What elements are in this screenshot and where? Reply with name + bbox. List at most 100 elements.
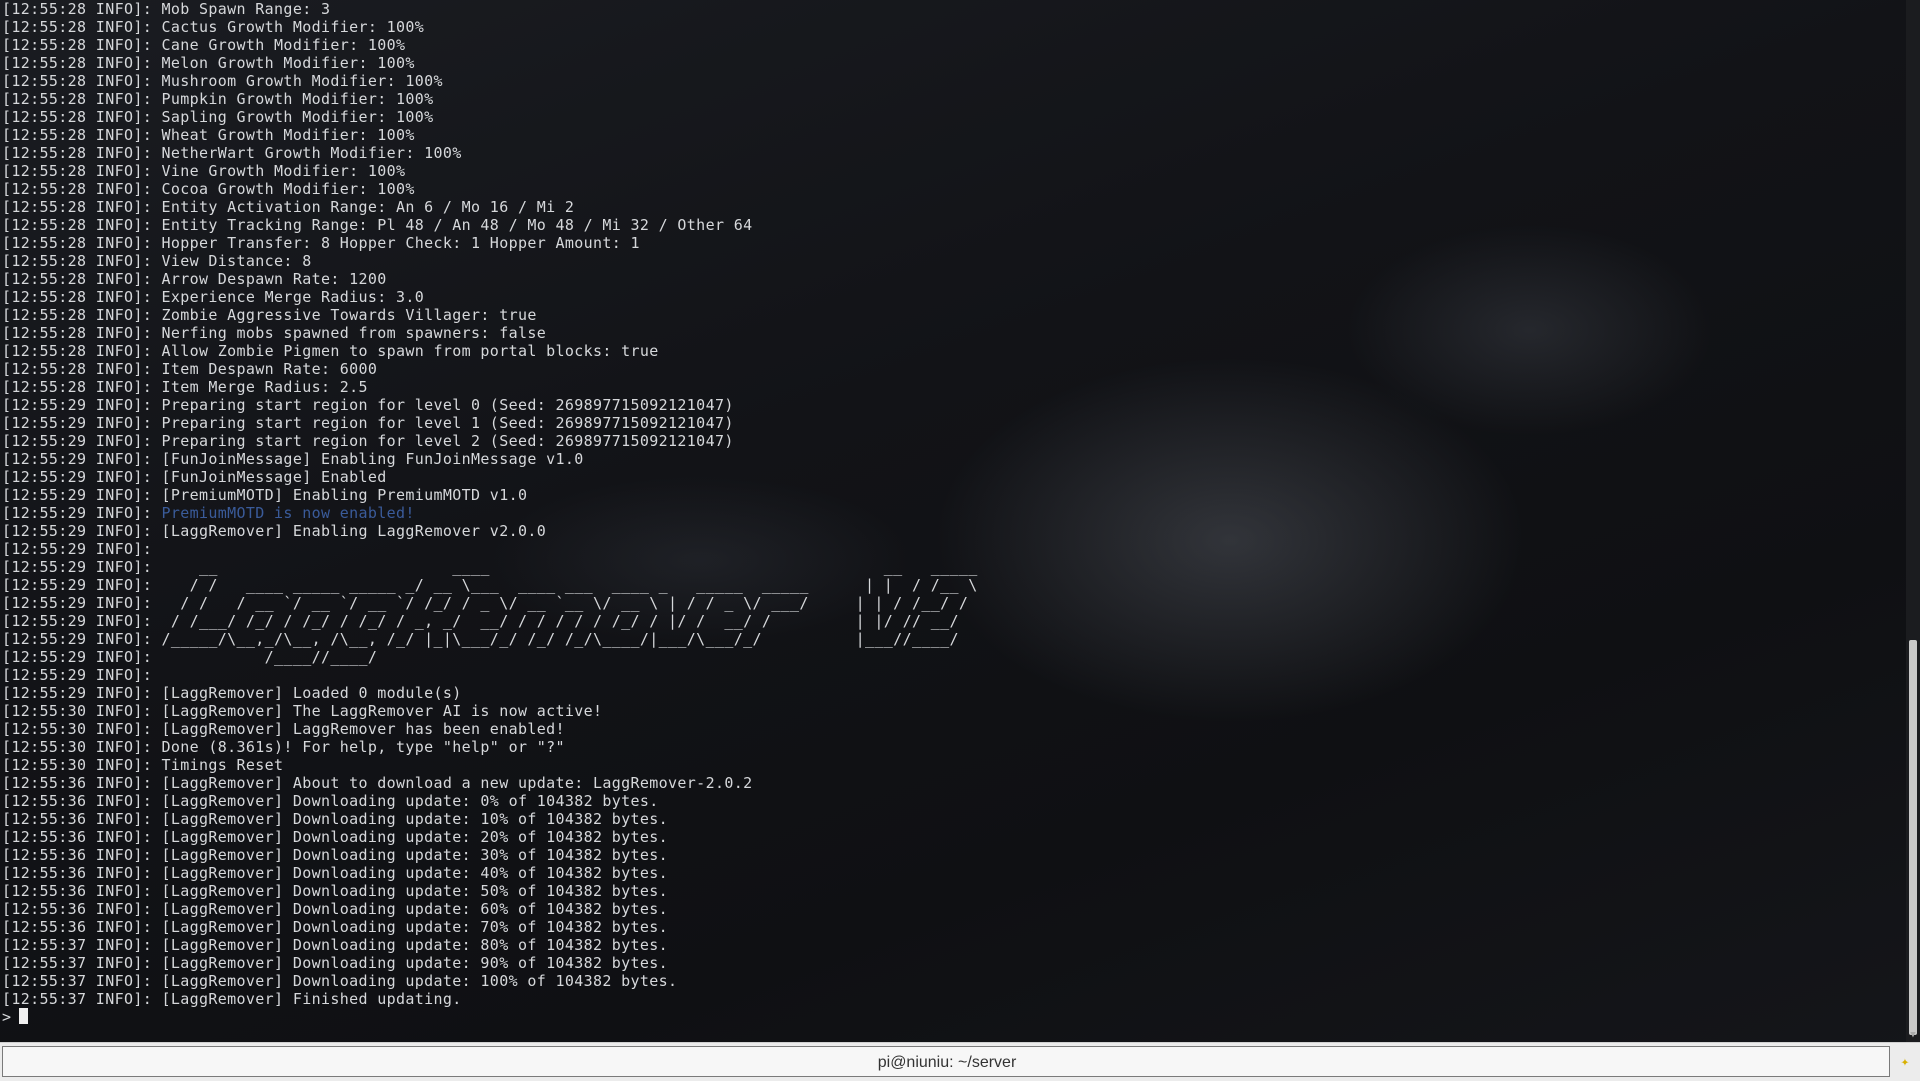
log-message: Wheat Growth Modifier: 100%	[161, 126, 415, 144]
log-timestamp: [12:55:36 INFO]:	[2, 864, 162, 882]
log-line: [12:55:29 INFO]: [LaggRemover] Loaded 0 …	[2, 684, 1906, 702]
log-message: [LaggRemover] Downloading update: 40% of…	[161, 864, 669, 882]
log-timestamp: [12:55:30 INFO]:	[2, 738, 162, 756]
log-line: [12:55:29 INFO]: PremiumMOTD is now enab…	[2, 504, 1906, 522]
log-timestamp: [12:55:28 INFO]:	[2, 324, 162, 342]
log-line: [12:55:29 INFO]: [FunJoinMessage] Enable…	[2, 468, 1906, 486]
log-message: [LaggRemover] Loaded 0 module(s)	[161, 684, 462, 702]
log-line: [12:55:36 INFO]: [LaggRemover] Downloadi…	[2, 882, 1906, 900]
log-timestamp: [12:55:36 INFO]:	[2, 774, 162, 792]
log-line: [12:55:29 INFO]: Preparing start region …	[2, 414, 1906, 432]
log-timestamp: [12:55:36 INFO]:	[2, 792, 162, 810]
log-message: [LaggRemover] Downloading update: 100% o…	[161, 972, 678, 990]
command-prompt[interactable]: >	[0, 1008, 1906, 1026]
log-line: [12:55:36 INFO]: [LaggRemover] Downloadi…	[2, 828, 1906, 846]
log-message: NetherWart Growth Modifier: 100%	[161, 144, 462, 162]
log-line: [12:55:28 INFO]: Vine Growth Modifier: 1…	[2, 162, 1906, 180]
log-line: [12:55:28 INFO]: Cane Growth Modifier: 1…	[2, 36, 1906, 54]
log-timestamp: [12:55:29 INFO]:	[2, 576, 162, 594]
log-timestamp: [12:55:29 INFO]:	[2, 486, 162, 504]
log-timestamp: [12:55:30 INFO]:	[2, 756, 162, 774]
log-timestamp: [12:55:28 INFO]:	[2, 108, 162, 126]
window-title: pi@niuniu: ~/server	[877, 1054, 1017, 1071]
log-line: [12:55:29 INFO]: /____//____/	[2, 648, 1906, 666]
log-timestamp: [12:55:28 INFO]:	[2, 342, 162, 360]
log-line: [12:55:37 INFO]: [LaggRemover] Finished …	[2, 990, 1906, 1008]
log-message: __ ____ __ _____	[161, 558, 978, 576]
log-message: [LaggRemover] Downloading update: 10% of…	[161, 810, 669, 828]
log-timestamp: [12:55:30 INFO]:	[2, 702, 162, 720]
log-message: [FunJoinMessage] Enabling FunJoinMessage…	[161, 450, 584, 468]
log-line: [12:55:36 INFO]: [LaggRemover] Downloadi…	[2, 900, 1906, 918]
log-message: PremiumMOTD is now enabled!	[161, 504, 415, 522]
log-message: Sapling Growth Modifier: 100%	[161, 108, 434, 126]
log-timestamp: [12:55:28 INFO]:	[2, 288, 162, 306]
console-log: [12:55:28 INFO]: Mob Spawn Range: 3 [12:5…	[0, 0, 1906, 1008]
log-line: [12:55:36 INFO]: [LaggRemover] Downloadi…	[2, 864, 1906, 882]
log-message: / /___/ /_/ / /_/ / /_/ / _, _/ __/ / / …	[161, 612, 959, 630]
log-timestamp: [12:55:29 INFO]:	[2, 558, 162, 576]
log-line: [12:55:30 INFO]: [LaggRemover] The LaggR…	[2, 702, 1906, 720]
log-message: Melon Growth Modifier: 100%	[161, 54, 415, 72]
log-message: / / / __ `/ __ `/ __ `/ /_/ / _ \/ __ `_…	[161, 594, 969, 612]
log-message: Zombie Aggressive Towards Villager: true	[161, 306, 537, 324]
log-message: [LaggRemover] LaggRemover has been enabl…	[161, 720, 565, 738]
terminal-scrollbar[interactable]: ▼	[1906, 0, 1920, 1042]
scroll-down-icon[interactable]: ▼	[1908, 1030, 1918, 1040]
log-line: [12:55:28 INFO]: Entity Activation Range…	[2, 198, 1906, 216]
log-line: [12:55:28 INFO]: Mob Spawn Range: 3	[2, 0, 1906, 18]
notification-icon[interactable]: ✦	[1896, 1053, 1914, 1071]
log-line: [12:55:28 INFO]: Experience Merge Radius…	[2, 288, 1906, 306]
log-line: [12:55:28 INFO]: Arrow Despawn Rate: 120…	[2, 270, 1906, 288]
text-cursor	[19, 1008, 29, 1024]
log-message: Item Despawn Rate: 6000	[161, 360, 378, 378]
log-message: Timings Reset	[161, 756, 284, 774]
scrollbar-thumb[interactable]	[1909, 640, 1917, 1035]
log-line: [12:55:28 INFO]: View Distance: 8	[2, 252, 1906, 270]
log-line: [12:55:29 INFO]: [LaggRemover] Enabling …	[2, 522, 1906, 540]
log-message: Hopper Transfer: 8 Hopper Check: 1 Hoppe…	[161, 234, 640, 252]
log-line: [12:55:29 INFO]: Preparing start region …	[2, 396, 1906, 414]
log-timestamp: [12:55:29 INFO]:	[2, 414, 162, 432]
log-timestamp: [12:55:28 INFO]:	[2, 252, 162, 270]
log-message: [LaggRemover] Downloading update: 0% of …	[161, 792, 659, 810]
log-line: [12:55:28 INFO]: Item Despawn Rate: 6000	[2, 360, 1906, 378]
log-line: [12:55:28 INFO]: Sapling Growth Modifier…	[2, 108, 1906, 126]
log-timestamp: [12:55:37 INFO]:	[2, 936, 162, 954]
log-timestamp: [12:55:29 INFO]:	[2, 540, 162, 558]
log-timestamp: [12:55:30 INFO]:	[2, 720, 162, 738]
terminal-window[interactable]: [12:55:28 INFO]: Mob Spawn Range: 3 [12:5…	[0, 0, 1906, 1042]
log-message: [LaggRemover] Downloading update: 50% of…	[161, 882, 669, 900]
log-line: [12:55:28 INFO]: Cactus Growth Modifier:…	[2, 18, 1906, 36]
log-message: [LaggRemover] Downloading update: 60% of…	[161, 900, 669, 918]
log-timestamp: [12:55:29 INFO]:	[2, 684, 162, 702]
log-line: [12:55:29 INFO]:	[2, 666, 1906, 684]
log-message: Mob Spawn Range: 3	[161, 0, 331, 18]
log-timestamp: [12:55:28 INFO]:	[2, 54, 162, 72]
log-timestamp: [12:55:36 INFO]:	[2, 828, 162, 846]
log-timestamp: [12:55:28 INFO]:	[2, 378, 162, 396]
log-timestamp: [12:55:29 INFO]:	[2, 396, 162, 414]
log-line: [12:55:28 INFO]: Hopper Transfer: 8 Hopp…	[2, 234, 1906, 252]
log-message: Done (8.361s)! For help, type "help" or …	[161, 738, 565, 756]
log-line: [12:55:36 INFO]: [LaggRemover] Downloadi…	[2, 810, 1906, 828]
log-line: [12:55:28 INFO]: Mushroom Growth Modifie…	[2, 72, 1906, 90]
log-timestamp: [12:55:28 INFO]:	[2, 234, 162, 252]
log-line: [12:55:37 INFO]: [LaggRemover] Downloadi…	[2, 972, 1906, 990]
log-message: [LaggRemover] Enabling LaggRemover v2.0.…	[161, 522, 547, 540]
log-message: View Distance: 8	[161, 252, 312, 270]
log-line: [12:55:28 INFO]: Pumpkin Growth Modifier…	[2, 90, 1906, 108]
log-timestamp: [12:55:28 INFO]:	[2, 126, 162, 144]
log-timestamp: [12:55:29 INFO]:	[2, 468, 162, 486]
log-message: [PremiumMOTD] Enabling PremiumMOTD v1.0	[161, 486, 528, 504]
log-timestamp: [12:55:28 INFO]:	[2, 198, 162, 216]
log-line: [12:55:28 INFO]: NetherWart Growth Modif…	[2, 144, 1906, 162]
log-timestamp: [12:55:36 INFO]:	[2, 918, 162, 936]
log-line: [12:55:29 INFO]: [FunJoinMessage] Enabli…	[2, 450, 1906, 468]
log-timestamp: [12:55:28 INFO]:	[2, 144, 162, 162]
log-timestamp: [12:55:28 INFO]:	[2, 72, 162, 90]
log-timestamp: [12:55:28 INFO]:	[2, 216, 162, 234]
window-title-box[interactable]: pi@niuniu: ~/server	[2, 1046, 1890, 1077]
log-message: Entity Activation Range: An 6 / Mo 16 / …	[161, 198, 575, 216]
log-line: [12:55:28 INFO]: Nerfing mobs spawned fr…	[2, 324, 1906, 342]
